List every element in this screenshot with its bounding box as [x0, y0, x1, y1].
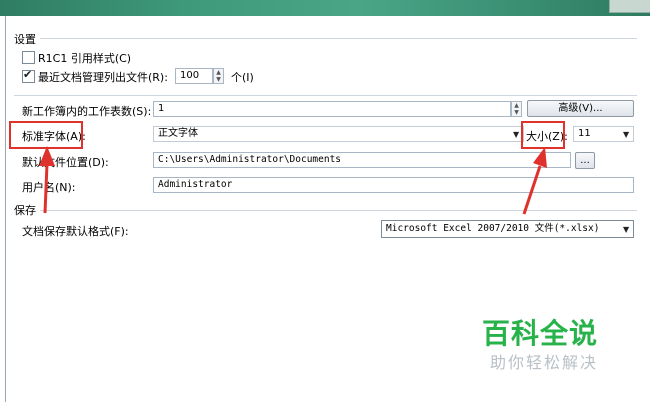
arrow-head-size [533, 147, 547, 168]
arrow-to-size-label [522, 165, 542, 215]
arrow-to-font-label [43, 163, 49, 214]
arrow-head-font [39, 146, 55, 166]
watermark-slogan: 助你轻松解决 [490, 353, 599, 372]
watermark-brand: 百科全说 [482, 317, 599, 350]
